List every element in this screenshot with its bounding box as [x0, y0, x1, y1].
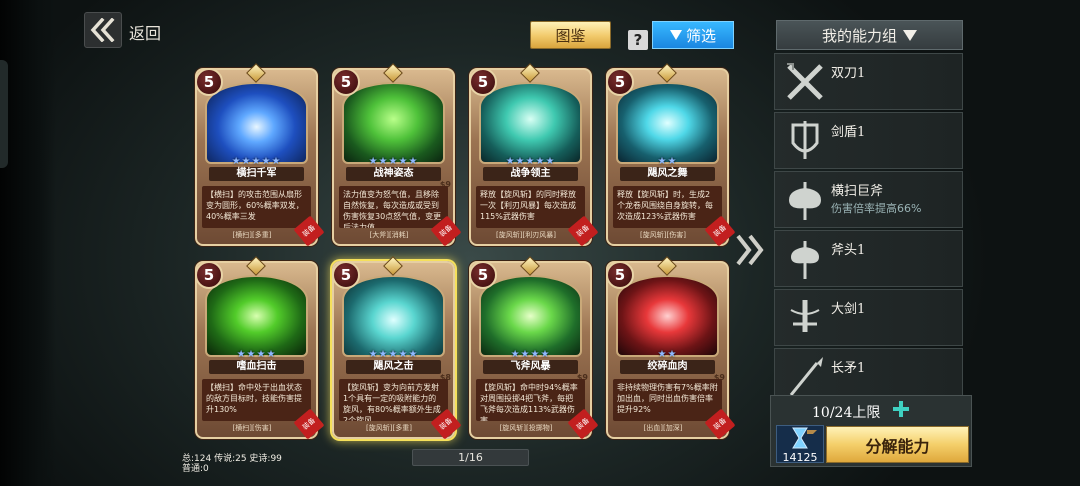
- triangle-down-icon: [903, 29, 917, 41]
- card-name: 绞碎血肉: [620, 360, 715, 374]
- star-rating: ★★★★: [236, 349, 277, 360]
- sword-shield-icon: [791, 121, 819, 159]
- card-name: 飞斧风暴: [483, 360, 578, 374]
- card-name: 飓风之舞: [620, 167, 715, 181]
- ability-group-list: 双刀1 剑盾1 横扫巨斧伤害倍率提高66% 斧头1 大剑1 长矛1: [774, 53, 964, 398]
- card-cost: 5: [332, 261, 360, 289]
- card-name: 战神姿态: [346, 167, 441, 181]
- dual-blades-icon: [787, 63, 823, 100]
- star-rating: ★★: [657, 349, 678, 360]
- card-tags: [旋风斩][利刃风暴]: [496, 231, 556, 239]
- ability-group-item[interactable]: 斧头1: [774, 230, 963, 287]
- ability-card[interactable]: 5 ★★ 绞碎血肉 $9 非持续物理伤害有7%概率附加出血，同时出血伤害倍率提升92%[…: [606, 256, 736, 440]
- card-cost: 5: [469, 261, 497, 289]
- double-chevron-left-icon: [90, 18, 115, 42]
- ability-card[interactable]: 5 ★★★★ 飞斧风暴 $9 【旋风斩】命中时94%概率对周围投掷4把飞斧，每把飞斧每次…: [469, 256, 599, 440]
- side-tab: [0, 60, 8, 168]
- ability-group-item[interactable]: 长矛1: [774, 348, 963, 398]
- back-label[interactable]: 返回: [129, 20, 161, 44]
- card-description: 释放【旋风斩】的同时释放一次【利刃风暴】每次造成115%武器伤害: [476, 186, 585, 228]
- double-chevron-right-icon[interactable]: [735, 232, 767, 268]
- ability-group-item[interactable]: 横扫巨斧伤害倍率提高66%: [774, 171, 963, 228]
- ability-card[interactable]: 5 ★★★★★ 战神姿态 $9 法力值变为怒气值，且移除自然恢复，每次造成或受到伤害恢复…: [332, 63, 462, 247]
- star-rating: ★★★★★: [231, 156, 282, 167]
- card-art: [342, 82, 445, 164]
- greatsword-icon: [790, 300, 820, 332]
- card-name: 飓风之击: [346, 360, 441, 374]
- card-art: [616, 275, 719, 357]
- stats-line-2: 普通:0: [182, 464, 209, 474]
- card-cost: 5: [332, 68, 360, 96]
- capacity-limit: 10/24上限: [812, 405, 881, 421]
- ability-group-label: 我的能力组: [821, 26, 897, 45]
- card-tags: [横扫][多重]: [232, 231, 272, 239]
- card-art: [342, 275, 445, 357]
- ability-card[interactable]: 5 ★★★★★ 横扫千军【横扫】的攻击范围从扇形变为圆形，60%概率双发，40%概率…: [195, 63, 325, 247]
- spear-icon: [789, 357, 823, 396]
- star-rating: ★★★★★: [368, 156, 419, 167]
- card-cost: 5: [606, 68, 634, 96]
- card-art: [479, 275, 582, 357]
- card-cost: 5: [606, 261, 634, 289]
- great-axe-icon: [789, 182, 821, 220]
- card-tags: [旋风斩][投掷物]: [499, 424, 553, 432]
- card-tags: [大斧][消耗]: [369, 231, 409, 239]
- card-cost: 5: [195, 261, 223, 289]
- stats-line-1: 总:124 传说:25 史诗:99: [182, 454, 282, 464]
- decompose-button[interactable]: 分解能力: [826, 426, 969, 463]
- card-art: [205, 82, 308, 164]
- ability-group-name: 斧头1: [831, 243, 866, 258]
- card-cost: 5: [469, 68, 497, 96]
- crystal-hourglass-icon: [792, 427, 817, 449]
- ability-group-item[interactable]: 剑盾1: [774, 112, 963, 169]
- codex-button[interactable]: 图鉴: [530, 21, 611, 49]
- card-art: [479, 82, 582, 164]
- card-description: 【横扫】的攻击范围从扇形变为圆形，60%概率双发，40%概率三发: [202, 186, 311, 228]
- card-name: 横扫千军: [209, 167, 304, 181]
- star-rating: ★★★★★: [368, 349, 419, 360]
- card-description: 非持续物理伤害有7%概率附加出血，同时出血伤害倍率提升92%: [613, 379, 722, 421]
- card-description: 释放【旋风斩】时，生成2个龙卷风围绕自身旋转，每次造成123%武器伤害: [613, 186, 722, 228]
- ability-group-name: 横扫巨斧: [831, 184, 884, 199]
- card-art: [205, 275, 308, 357]
- card-description: 法力值变为怒气值，且移除自然恢复，每次造成或受到伤害恢复30点怒气值，变更后法力…: [339, 186, 448, 228]
- star-rating: ★★★★: [510, 349, 551, 360]
- card-name: 战争领主: [483, 167, 578, 181]
- axe-icon: [791, 241, 819, 279]
- ability-card[interactable]: 5 ★★★★★ 飓风之击 $8 【旋风斩】变为向前方发射1个具有一定的吸附能力的旋风，有…: [332, 256, 462, 440]
- back-button[interactable]: [84, 12, 122, 48]
- card-description: 【旋风斩】变为向前方发射1个具有一定的吸附能力的旋风，有80%概率额外生成2个旋…: [339, 379, 448, 421]
- ability-group-item[interactable]: 大剑1: [774, 289, 963, 346]
- filter-button[interactable]: 筛选: [652, 21, 734, 49]
- triangle-down-icon: [669, 30, 682, 40]
- star-rating: ★★: [657, 156, 678, 167]
- ability-group-name: 大剑1: [831, 302, 866, 317]
- card-tags: [横扫][伤害]: [232, 424, 272, 432]
- card-tags: [出血][加深]: [643, 424, 683, 432]
- card-cost: 5: [195, 68, 223, 96]
- ability-group-name: 剑盾1: [831, 125, 866, 140]
- ability-card[interactable]: 5 ★★ 飓风之舞释放【旋风斩】时，生成2个龙卷风围绕自身旋转，每次造成123%武器…: [606, 63, 736, 247]
- ability-group-name: 双刀1: [831, 66, 866, 81]
- ability-group-item[interactable]: 双刀1: [774, 53, 963, 110]
- ability-group-name: 长矛1: [831, 361, 866, 376]
- card-name: 嗜血扫击: [209, 360, 304, 374]
- resource-value: 14125: [782, 451, 818, 464]
- ability-card[interactable]: 5 ★★★★ 嗜血扫击【横扫】命中处于出血状态的敌方目标时，技能伤害提升130% [横…: [195, 256, 325, 440]
- filter-label: 筛选: [685, 26, 716, 45]
- card-tags: [旋风斩][伤害]: [640, 231, 686, 239]
- plus-icon[interactable]: [892, 400, 910, 418]
- page-indicator[interactable]: 1/16: [412, 449, 529, 466]
- screen-edge: [0, 0, 56, 486]
- star-rating: ★★★★★: [505, 156, 556, 167]
- ability-group-bonus: 伤害倍率提高66%: [831, 202, 922, 215]
- help-icon[interactable]: ?: [628, 30, 648, 50]
- card-tags: [旋风斩][多重]: [366, 424, 412, 432]
- card-description: 【旋风斩】命中时94%概率对周围投掷4把飞斧，每把飞斧每次造成113%武器伤害: [476, 379, 585, 421]
- ability-card[interactable]: 5 ★★★★★ 战争领主释放【旋风斩】的同时释放一次【利刃风暴】每次造成115%武器…: [469, 63, 599, 247]
- card-description: 【横扫】命中处于出血状态的敌方目标时，技能伤害提升130%: [202, 379, 311, 421]
- ability-group-dropdown[interactable]: 我的能力组: [776, 20, 963, 50]
- card-stats: 总:124 传说:25 史诗:99 普通:0: [182, 454, 282, 474]
- card-art: [616, 82, 719, 164]
